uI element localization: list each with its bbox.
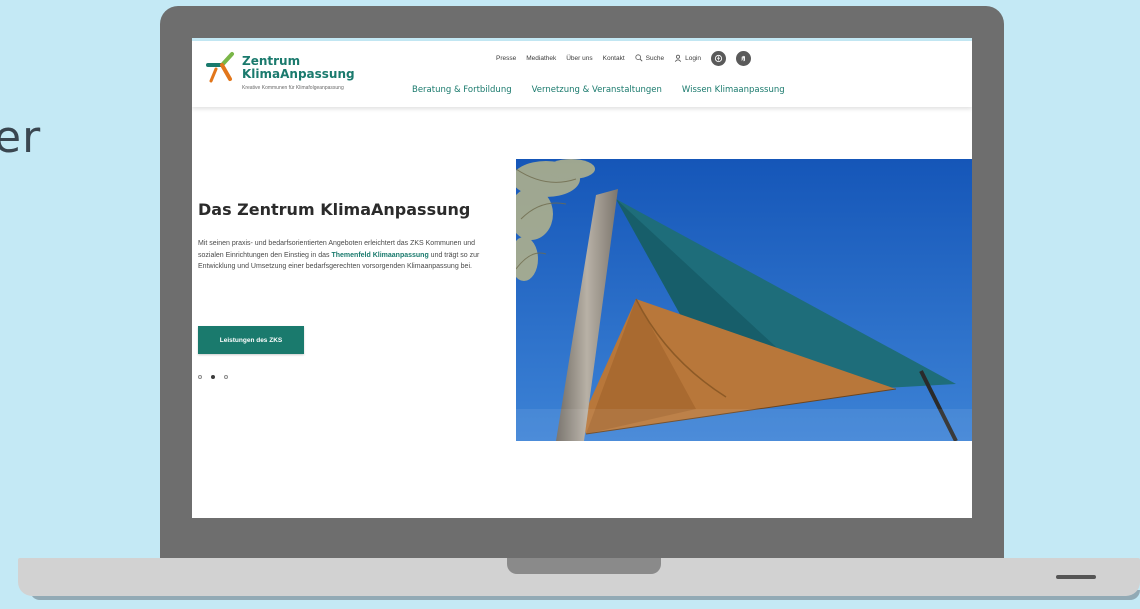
nav-item-beratung[interactable]: Beratung & Fortbildung bbox=[412, 85, 512, 95]
hero-text-link[interactable]: Themenfeld Klimaanpassung bbox=[331, 252, 428, 259]
logo-subtitle: Kreative Kommunen für Klimafolgeanpassun… bbox=[242, 85, 344, 91]
search-label: Suche bbox=[645, 54, 665, 62]
hero-image-sun-sails bbox=[516, 159, 972, 441]
site-header: Zentrum KlimaAnpassung Kreative Kommunen… bbox=[192, 41, 972, 107]
site-logo[interactable]: Zentrum KlimaAnpassung Kreative Kommunen… bbox=[204, 51, 374, 101]
laptop-screen: Zentrum KlimaAnpassung Kreative Kommunen… bbox=[192, 38, 972, 518]
language-button[interactable] bbox=[736, 50, 751, 66]
login-link[interactable]: Login bbox=[674, 54, 701, 62]
user-icon bbox=[674, 54, 682, 62]
carousel-dots bbox=[198, 375, 228, 379]
search-icon bbox=[635, 54, 643, 62]
zks-logo-icon bbox=[206, 52, 234, 83]
background-partial-text: er bbox=[0, 112, 42, 163]
sign-language-icon bbox=[741, 55, 745, 61]
carousel-dot-3[interactable] bbox=[224, 375, 228, 379]
carousel-dot-2[interactable] bbox=[211, 375, 215, 379]
meta-link-kontakt[interactable]: Kontakt bbox=[603, 55, 625, 62]
hero-text: Mit seinen praxis- und bedarfsorientiert… bbox=[198, 238, 484, 273]
hero-title: Das Zentrum KlimaAnpassung bbox=[198, 200, 471, 219]
accessibility-icon bbox=[714, 54, 723, 62]
meta-link-ueber-uns[interactable]: Über uns bbox=[566, 55, 592, 62]
nav-item-vernetzung[interactable]: Vernetzung & Veranstaltungen bbox=[532, 85, 662, 95]
laptop-notch bbox=[507, 558, 661, 574]
laptop-indicator-light bbox=[1056, 575, 1096, 579]
nav-item-wissen[interactable]: Wissen Klimaanpassung bbox=[682, 85, 785, 95]
login-label: Login bbox=[685, 54, 701, 62]
services-button[interactable]: Leistungen des ZKS bbox=[198, 326, 304, 354]
accessibility-button[interactable] bbox=[711, 50, 726, 66]
logo-title: Zentrum KlimaAnpassung bbox=[242, 55, 355, 81]
meta-link-mediathek[interactable]: Mediathek bbox=[526, 55, 556, 62]
search-link[interactable]: Suche bbox=[635, 54, 664, 62]
carousel-dot-1[interactable] bbox=[198, 375, 202, 379]
meta-link-presse[interactable]: Presse bbox=[496, 55, 516, 62]
main-nav: Beratung & Fortbildung Vernetzung & Vera… bbox=[412, 85, 785, 95]
meta-nav: Presse Mediathek Über uns Kontakt Suche … bbox=[496, 49, 751, 67]
logo-title-line2: KlimaAnpassung bbox=[242, 67, 355, 81]
